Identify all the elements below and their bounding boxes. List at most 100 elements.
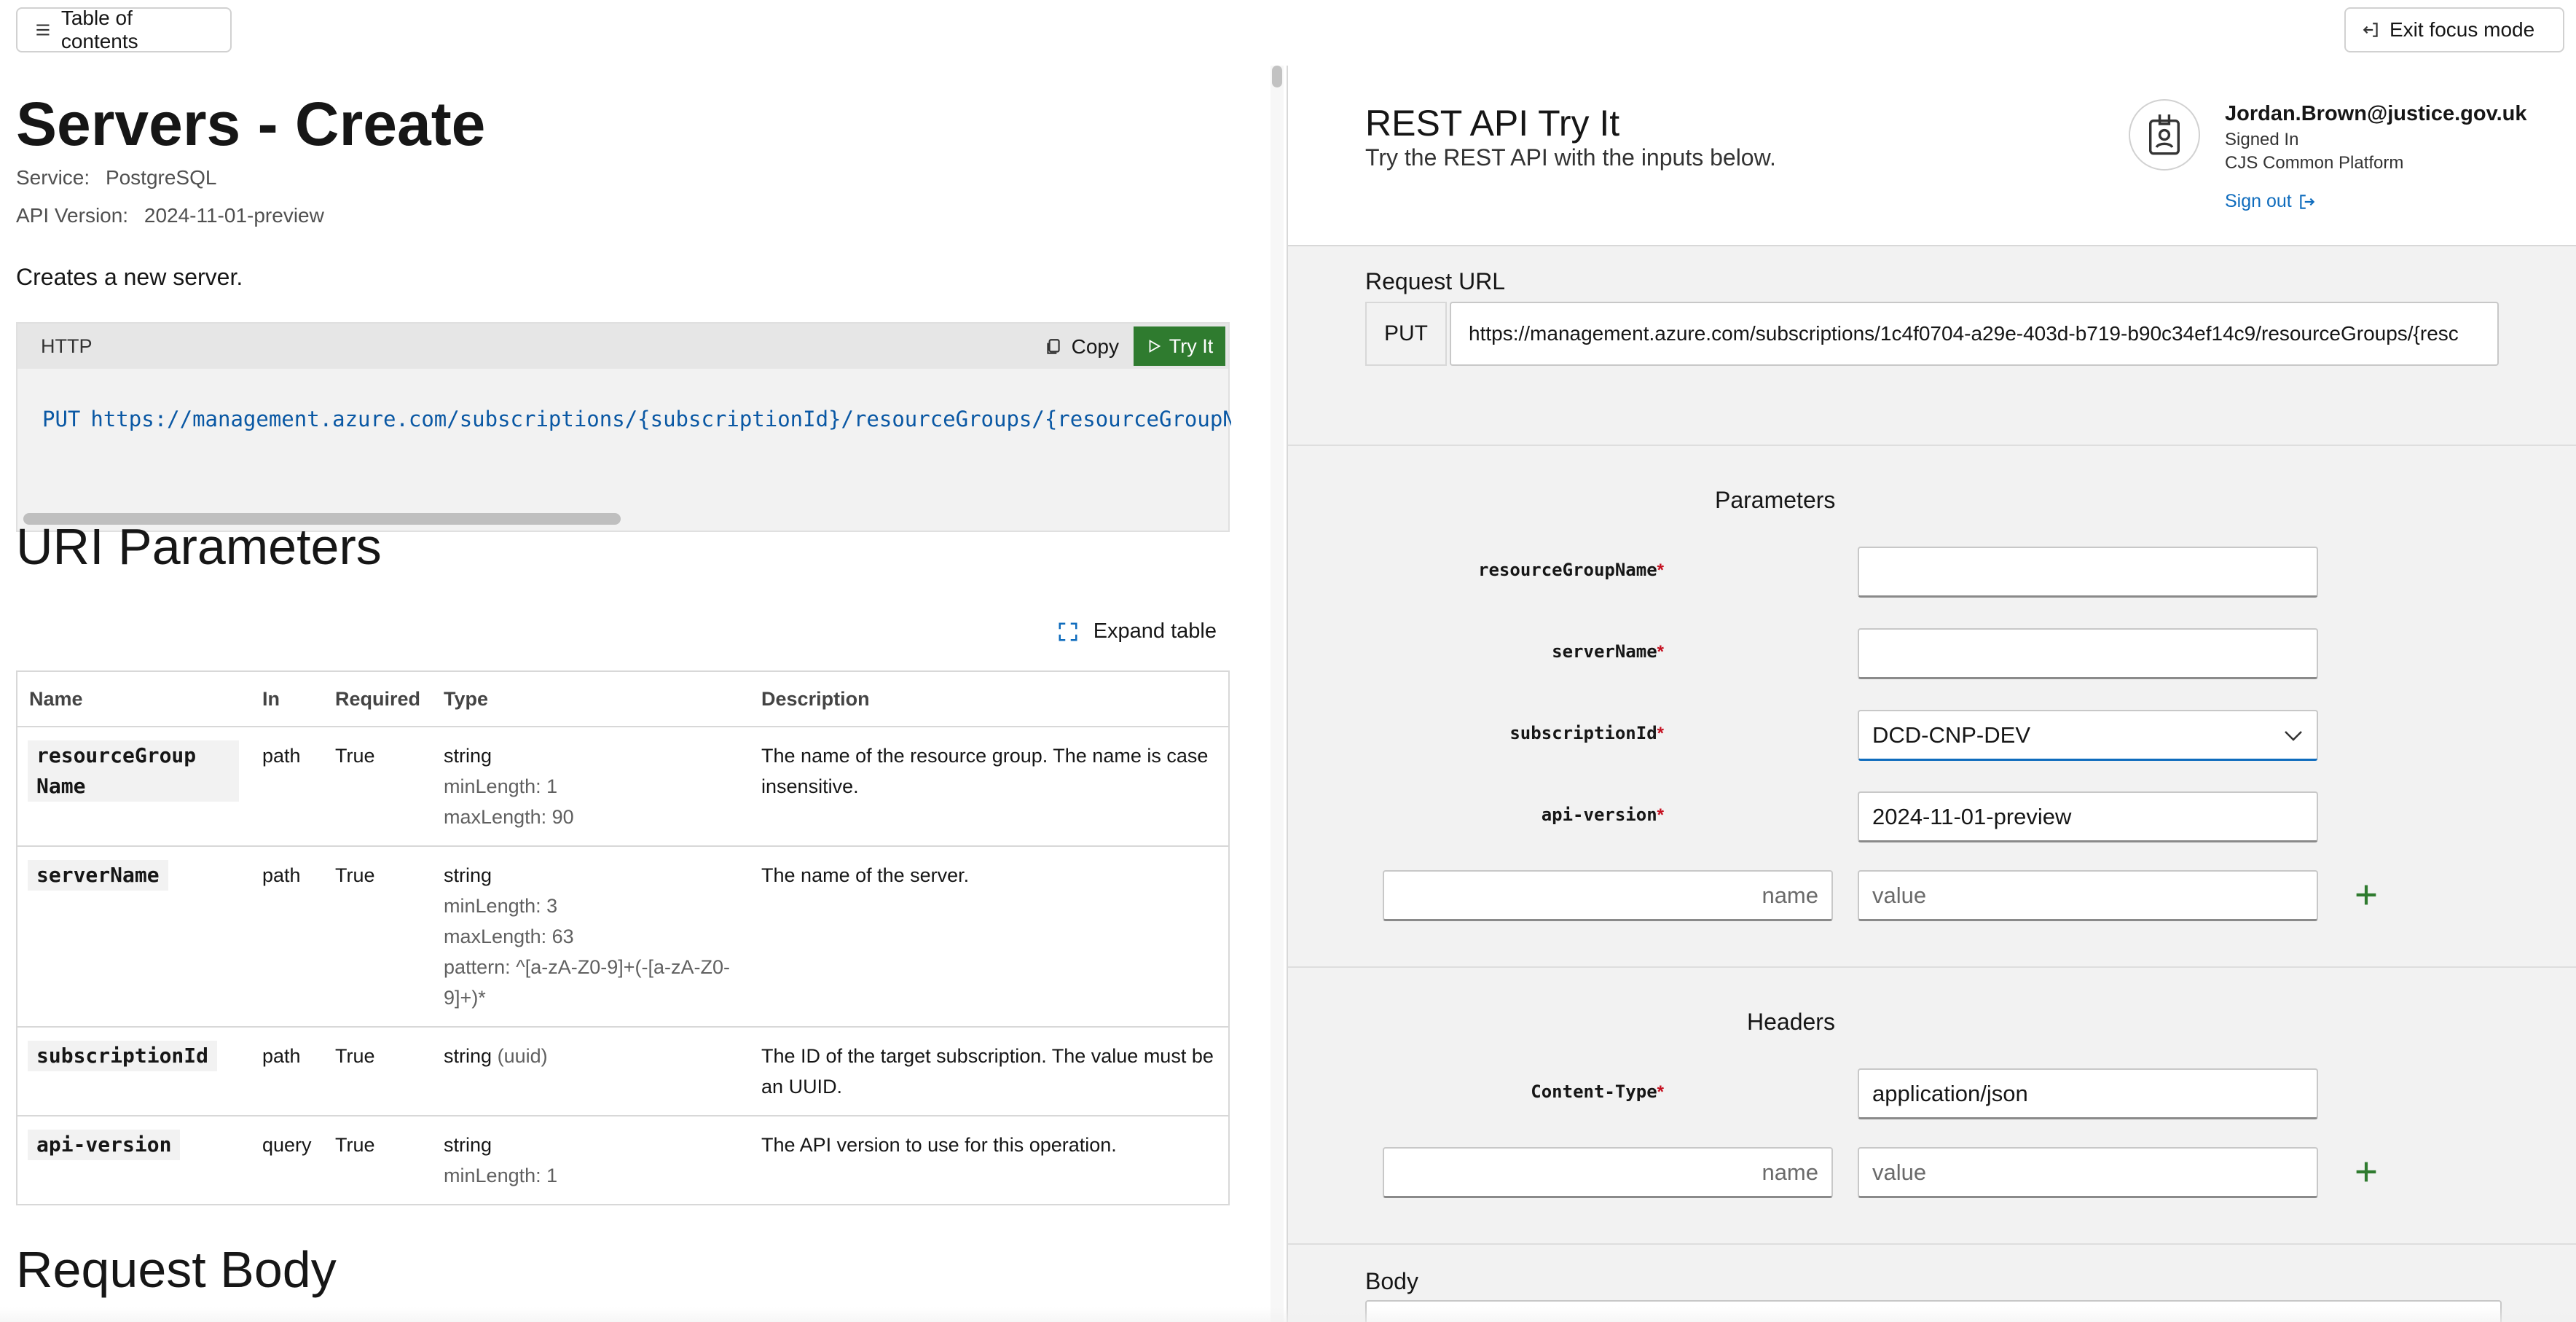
plus-icon: [2356, 885, 2376, 905]
code-block: HTTP Copy Try It PUT https://management.a…: [16, 322, 1231, 532]
required-mark: *: [1657, 805, 1664, 825]
param-constraint: minLength: 1: [444, 775, 558, 797]
exit-focus-mode-button[interactable]: Exit focus mode: [2344, 7, 2564, 52]
param-label-serverName: serverName*: [1373, 641, 1664, 662]
column-header: Type: [432, 670, 750, 727]
param-constraint: minLength: 1: [444, 1165, 558, 1186]
column-header: Description: [750, 670, 1230, 727]
column-header: Required: [323, 670, 433, 727]
page-description: Creates a new server.: [16, 264, 243, 290]
add-parameter-button[interactable]: [2352, 880, 2381, 910]
sign-out-label: Sign out: [2225, 191, 2292, 211]
service-label: Service:: [16, 166, 90, 189]
expand-table-button[interactable]: Expand table: [1057, 619, 1217, 644]
try-it-panel: REST API Try It Try the REST API with th…: [1287, 66, 2576, 1322]
user-org: CJS Common Platform: [2225, 153, 2404, 173]
param-in: path: [251, 1027, 323, 1116]
header-name-input[interactable]: name: [1383, 1147, 1833, 1198]
try-it-title: REST API Try It: [1365, 103, 1620, 144]
param-required: True: [323, 846, 433, 1028]
user-email: Jordan.Brown@justice.gov.uk: [2225, 102, 2527, 125]
api-version-value: 2024-11-01-preview: [144, 204, 324, 227]
request-url-label: Request URL: [1365, 268, 1506, 294]
divider: [1288, 966, 2576, 968]
param-in: path: [251, 727, 323, 847]
param-constraint: maxLength: 90: [444, 806, 574, 828]
request-body-heading: Request Body: [16, 1241, 337, 1298]
exit-icon: [2363, 23, 2378, 37]
api-version-input[interactable]: 2024-11-01-preview: [1858, 791, 2318, 842]
divider: [1288, 1243, 2576, 1245]
user-status: Signed In: [2225, 130, 2299, 149]
table-of-contents-button[interactable]: Table of contents: [16, 7, 232, 52]
param-description: The ID of the target subscription. The v…: [750, 1027, 1230, 1116]
badge-icon: [2149, 114, 2180, 155]
uri-parameters-heading: URI Parameters: [16, 518, 382, 575]
code-header: HTTP Copy Try It: [17, 324, 1228, 369]
copy-label: Copy: [1071, 335, 1119, 358]
service-value: PostgreSQL: [105, 166, 217, 189]
sign-out-icon: [2300, 194, 2314, 209]
param-required: True: [323, 1116, 433, 1205]
request-verb: PUT: [1365, 302, 1447, 366]
serverName-input[interactable]: [1858, 628, 2318, 679]
article-scrollbar[interactable]: [1271, 66, 1284, 1322]
subscriptionId-select[interactable]: DCD-CNP-DEV: [1858, 710, 2318, 761]
param-label-resourceGroupName: resourceGroupName*: [1373, 560, 1664, 581]
table-row: resourceGroup Name path True string minL…: [16, 727, 1230, 847]
param-type-value: string: [444, 1134, 492, 1156]
param-required: True: [323, 727, 433, 847]
code-language: HTTP: [41, 335, 93, 357]
param-value-input[interactable]: value: [1858, 870, 2318, 921]
toc-label: Table of contents: [60, 7, 138, 52]
add-header-button[interactable]: [2352, 1157, 2381, 1186]
param-constraint: pattern: ^[a-zA-Z0-9]+(-[a-zA-Z0-9]+)*: [444, 956, 731, 1009]
sign-out-link[interactable]: Sign out: [2225, 191, 2317, 212]
headers-heading: Headers: [1747, 1009, 1835, 1035]
required-mark: *: [1657, 724, 1664, 743]
param-label-text: resourceGroupName: [1478, 560, 1657, 580]
code-line: PUT https://management.azure.com/subscrip…: [42, 407, 1231, 431]
request-url-input[interactable]: https://management.azure.com/subscriptio…: [1450, 302, 2499, 366]
exit-label: Exit focus mode: [2390, 18, 2535, 41]
param-name-input[interactable]: name: [1383, 870, 1833, 921]
api-version-label: API Version:: [16, 204, 129, 227]
table-row: serverName path True string minLength: 3…: [16, 846, 1230, 1028]
article-scrollbar-thumb[interactable]: [1272, 66, 1282, 87]
param-label-text: serverName: [1552, 641, 1657, 662]
header-value-input[interactable]: value: [1858, 1147, 2318, 1198]
request-url-row: PUT https://management.azure.com/subscri…: [1365, 302, 2502, 366]
table-header-row: Name In Required Type Description: [16, 670, 1230, 727]
param-description: The name of the resource group. The name…: [750, 727, 1230, 847]
column-header: Name: [16, 670, 251, 727]
avatar: [2129, 99, 2200, 171]
param-constraint: minLength: 3: [444, 895, 558, 917]
param-type: string minLength: 1 maxLength: 90: [432, 727, 750, 847]
try-it-button[interactable]: Try It: [1134, 326, 1225, 366]
play-icon: [1149, 340, 1161, 353]
param-constraint: maxLength: 63: [444, 926, 574, 947]
copy-icon: [1046, 339, 1060, 354]
param-type: string minLength: 3 maxLength: 63 patter…: [432, 846, 750, 1028]
http-url: https://management.azure.com/subscriptio…: [90, 407, 1231, 431]
param-description: The API version to use for this operatio…: [750, 1116, 1230, 1205]
param-name: resourceGroup Name: [28, 740, 239, 802]
resourceGroupName-input[interactable]: [1858, 547, 2318, 598]
copy-button[interactable]: Copy: [1044, 332, 1119, 361]
required-mark: *: [1657, 642, 1664, 662]
param-in: path: [251, 846, 323, 1028]
divider: [1288, 445, 2576, 446]
content-type-input[interactable]: application/json: [1858, 1068, 2318, 1119]
header-label-content-type: Content-Type*: [1373, 1082, 1664, 1103]
param-type-format: (uuid): [497, 1045, 548, 1067]
param-in: query: [251, 1116, 323, 1205]
table-row: api-version query True string minLength:…: [16, 1116, 1230, 1205]
param-label-subscriptionId: subscriptionId*: [1373, 723, 1664, 744]
param-name: subscriptionId: [28, 1041, 218, 1071]
param-required: True: [323, 1027, 433, 1116]
param-name: serverName: [28, 860, 168, 891]
param-label-api-version: api-version*: [1373, 805, 1664, 826]
required-mark: *: [1657, 560, 1664, 580]
plus-icon: [2356, 1162, 2376, 1182]
expand-icon: [1059, 622, 1077, 641]
